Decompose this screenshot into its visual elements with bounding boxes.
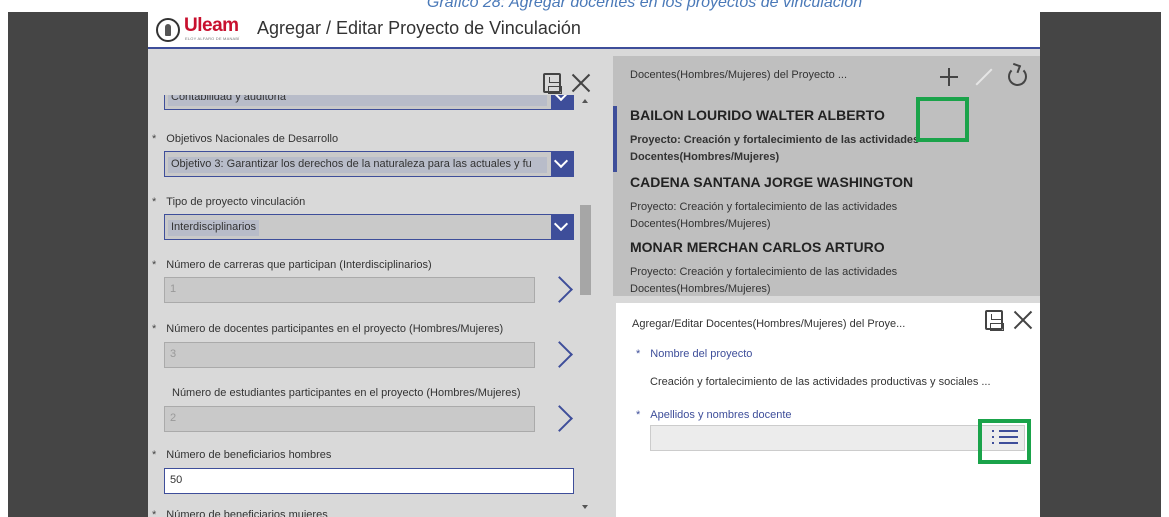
add-icon[interactable] [938, 66, 960, 88]
docente-name: BAILON LOURIDO WALTER ALBERTO [630, 107, 885, 123]
app-window: Uleam ELOY ALFARO DE MANABÍ Agregar / Ed… [148, 12, 1040, 517]
app-header: Uleam ELOY ALFARO DE MANABÍ Agregar / Ed… [148, 12, 1040, 49]
logo-emblem-icon [156, 18, 180, 42]
objectives-select-value: Objetivo 3: Garantizar los derechos de l… [168, 157, 547, 173]
project-name-label: * Nombre del proyecto [636, 348, 753, 360]
chevron-down-icon[interactable] [551, 95, 573, 109]
chevron-right-icon[interactable] [550, 275, 574, 305]
refresh-icon[interactable] [1008, 67, 1027, 86]
scroll-down-arrow-icon[interactable] [582, 505, 588, 509]
docentes-list-title: Docentes(Hombres/Mujeres) del Proyecto .… [630, 69, 848, 81]
form-scrollbar[interactable] [578, 95, 593, 517]
careers-count-field[interactable]: 1 [164, 277, 535, 303]
chevron-right-icon[interactable] [550, 404, 574, 434]
form-toolbar [148, 51, 593, 95]
teachers-count-label: * Número de docentes participantes en el … [152, 323, 504, 335]
docente-list-item[interactable]: BAILON LOURIDO WALTER ALBERTO Proyecto: … [613, 106, 1040, 172]
students-count-field[interactable]: 2 [164, 406, 535, 432]
docente-type: Docentes(Hombres/Mujeres) [630, 151, 780, 163]
screenshot-stage: Uleam ELOY ALFARO DE MANABÍ Agregar / Ed… [0, 12, 1169, 517]
save-icon[interactable] [985, 310, 1004, 331]
docentes-list-panel: Docentes(Hombres/Mujeres) del Proyecto .… [613, 56, 1040, 296]
project-type-select-value: Interdisciplinarios [168, 220, 259, 236]
docente-list-item[interactable]: MONAR MERCHAN CARLOS ARTURO Proyecto: Cr… [613, 238, 1040, 304]
students-count-label: Número de estudiantes participantes en e… [172, 387, 521, 399]
close-icon[interactable] [1012, 309, 1034, 331]
figure-caption: Gráfico 28: Agregar docentes en los proy… [0, 0, 1169, 12]
careers-count-label: * Número de carreras que participan (Inte… [152, 259, 432, 271]
editor-title: Agregar/Editar Docentes(Hombres/Mujeres)… [632, 318, 906, 330]
docente-type: Docentes(Hombres/Mujeres) [630, 218, 771, 230]
docente-project: Proyecto: Creación y fortalecimiento de … [630, 134, 920, 146]
docentes-list-header: Docentes(Hombres/Mujeres) del Proyecto .… [613, 56, 1040, 94]
docente-name: MONAR MERCHAN CARLOS ARTURO [630, 239, 885, 255]
teachers-count-field[interactable]: 3 [164, 342, 535, 368]
project-form: Contabilidad y auditoria * Objetivos Naci… [148, 95, 578, 517]
docente-name-label: * Apellidos y nombres docente [636, 409, 792, 421]
chevron-down-icon[interactable] [551, 215, 573, 239]
background-left [8, 12, 148, 517]
project-form-panel: Contabilidad y auditoria * Objetivos Naci… [148, 51, 593, 517]
chevron-right-icon[interactable] [550, 340, 574, 370]
docente-list-item[interactable]: CADENA SANTANA JORGE WASHINGTON Proyecto… [613, 173, 1040, 239]
logo-text: Uleam [184, 15, 239, 36]
docente-editor-panel: Agregar/Editar Docentes(Hombres/Mujeres)… [616, 303, 1040, 517]
male-beneficiaries-field[interactable]: 50 [164, 468, 574, 494]
close-icon[interactable] [570, 72, 592, 94]
scroll-thumb[interactable] [580, 205, 591, 295]
career-select[interactable]: Contabilidad y auditoria [164, 95, 574, 110]
save-icon[interactable] [543, 73, 562, 94]
objectives-label: * Objetivos Nacionales de Desarrollo [152, 133, 339, 145]
background-right [1040, 12, 1161, 517]
female-beneficiaries-label: * Número de beneficiarios mujeres [152, 509, 328, 517]
highlight-box [978, 419, 1031, 464]
objectives-select[interactable]: Objetivo 3: Garantizar los derechos de l… [164, 151, 574, 177]
chevron-down-icon[interactable] [551, 152, 573, 176]
edit-icon[interactable] [973, 66, 995, 88]
docente-name-field[interactable] [650, 425, 1025, 451]
docente-project: Proyecto: Creación y fortalecimiento de … [630, 201, 898, 213]
male-beneficiaries-label: * Número de beneficiarios hombres [152, 449, 332, 461]
project-name-value: Creación y fortalecimiento de las activi… [650, 376, 991, 388]
docente-type: Docentes(Hombres/Mujeres) [630, 283, 771, 295]
project-type-select[interactable]: Interdisciplinarios [164, 214, 574, 240]
scroll-up-arrow-icon[interactable] [582, 99, 588, 103]
highlight-box [916, 97, 969, 142]
project-type-label: * Tipo de proyecto vinculación [152, 196, 306, 208]
uleam-logo: Uleam ELOY ALFARO DE MANABÍ [156, 15, 251, 45]
logo-subtext: ELOY ALFARO DE MANABÍ [185, 36, 240, 41]
docente-project: Proyecto: Creación y fortalecimiento de … [630, 266, 898, 278]
page-title: Agregar / Editar Proyecto de Vinculación [257, 18, 581, 38]
caption-text: Gráfico 28: Agregar docentes en los proy… [426, 0, 863, 11]
career-select-value: Contabilidad y auditoria [168, 95, 547, 106]
docente-name: CADENA SANTANA JORGE WASHINGTON [630, 174, 914, 190]
